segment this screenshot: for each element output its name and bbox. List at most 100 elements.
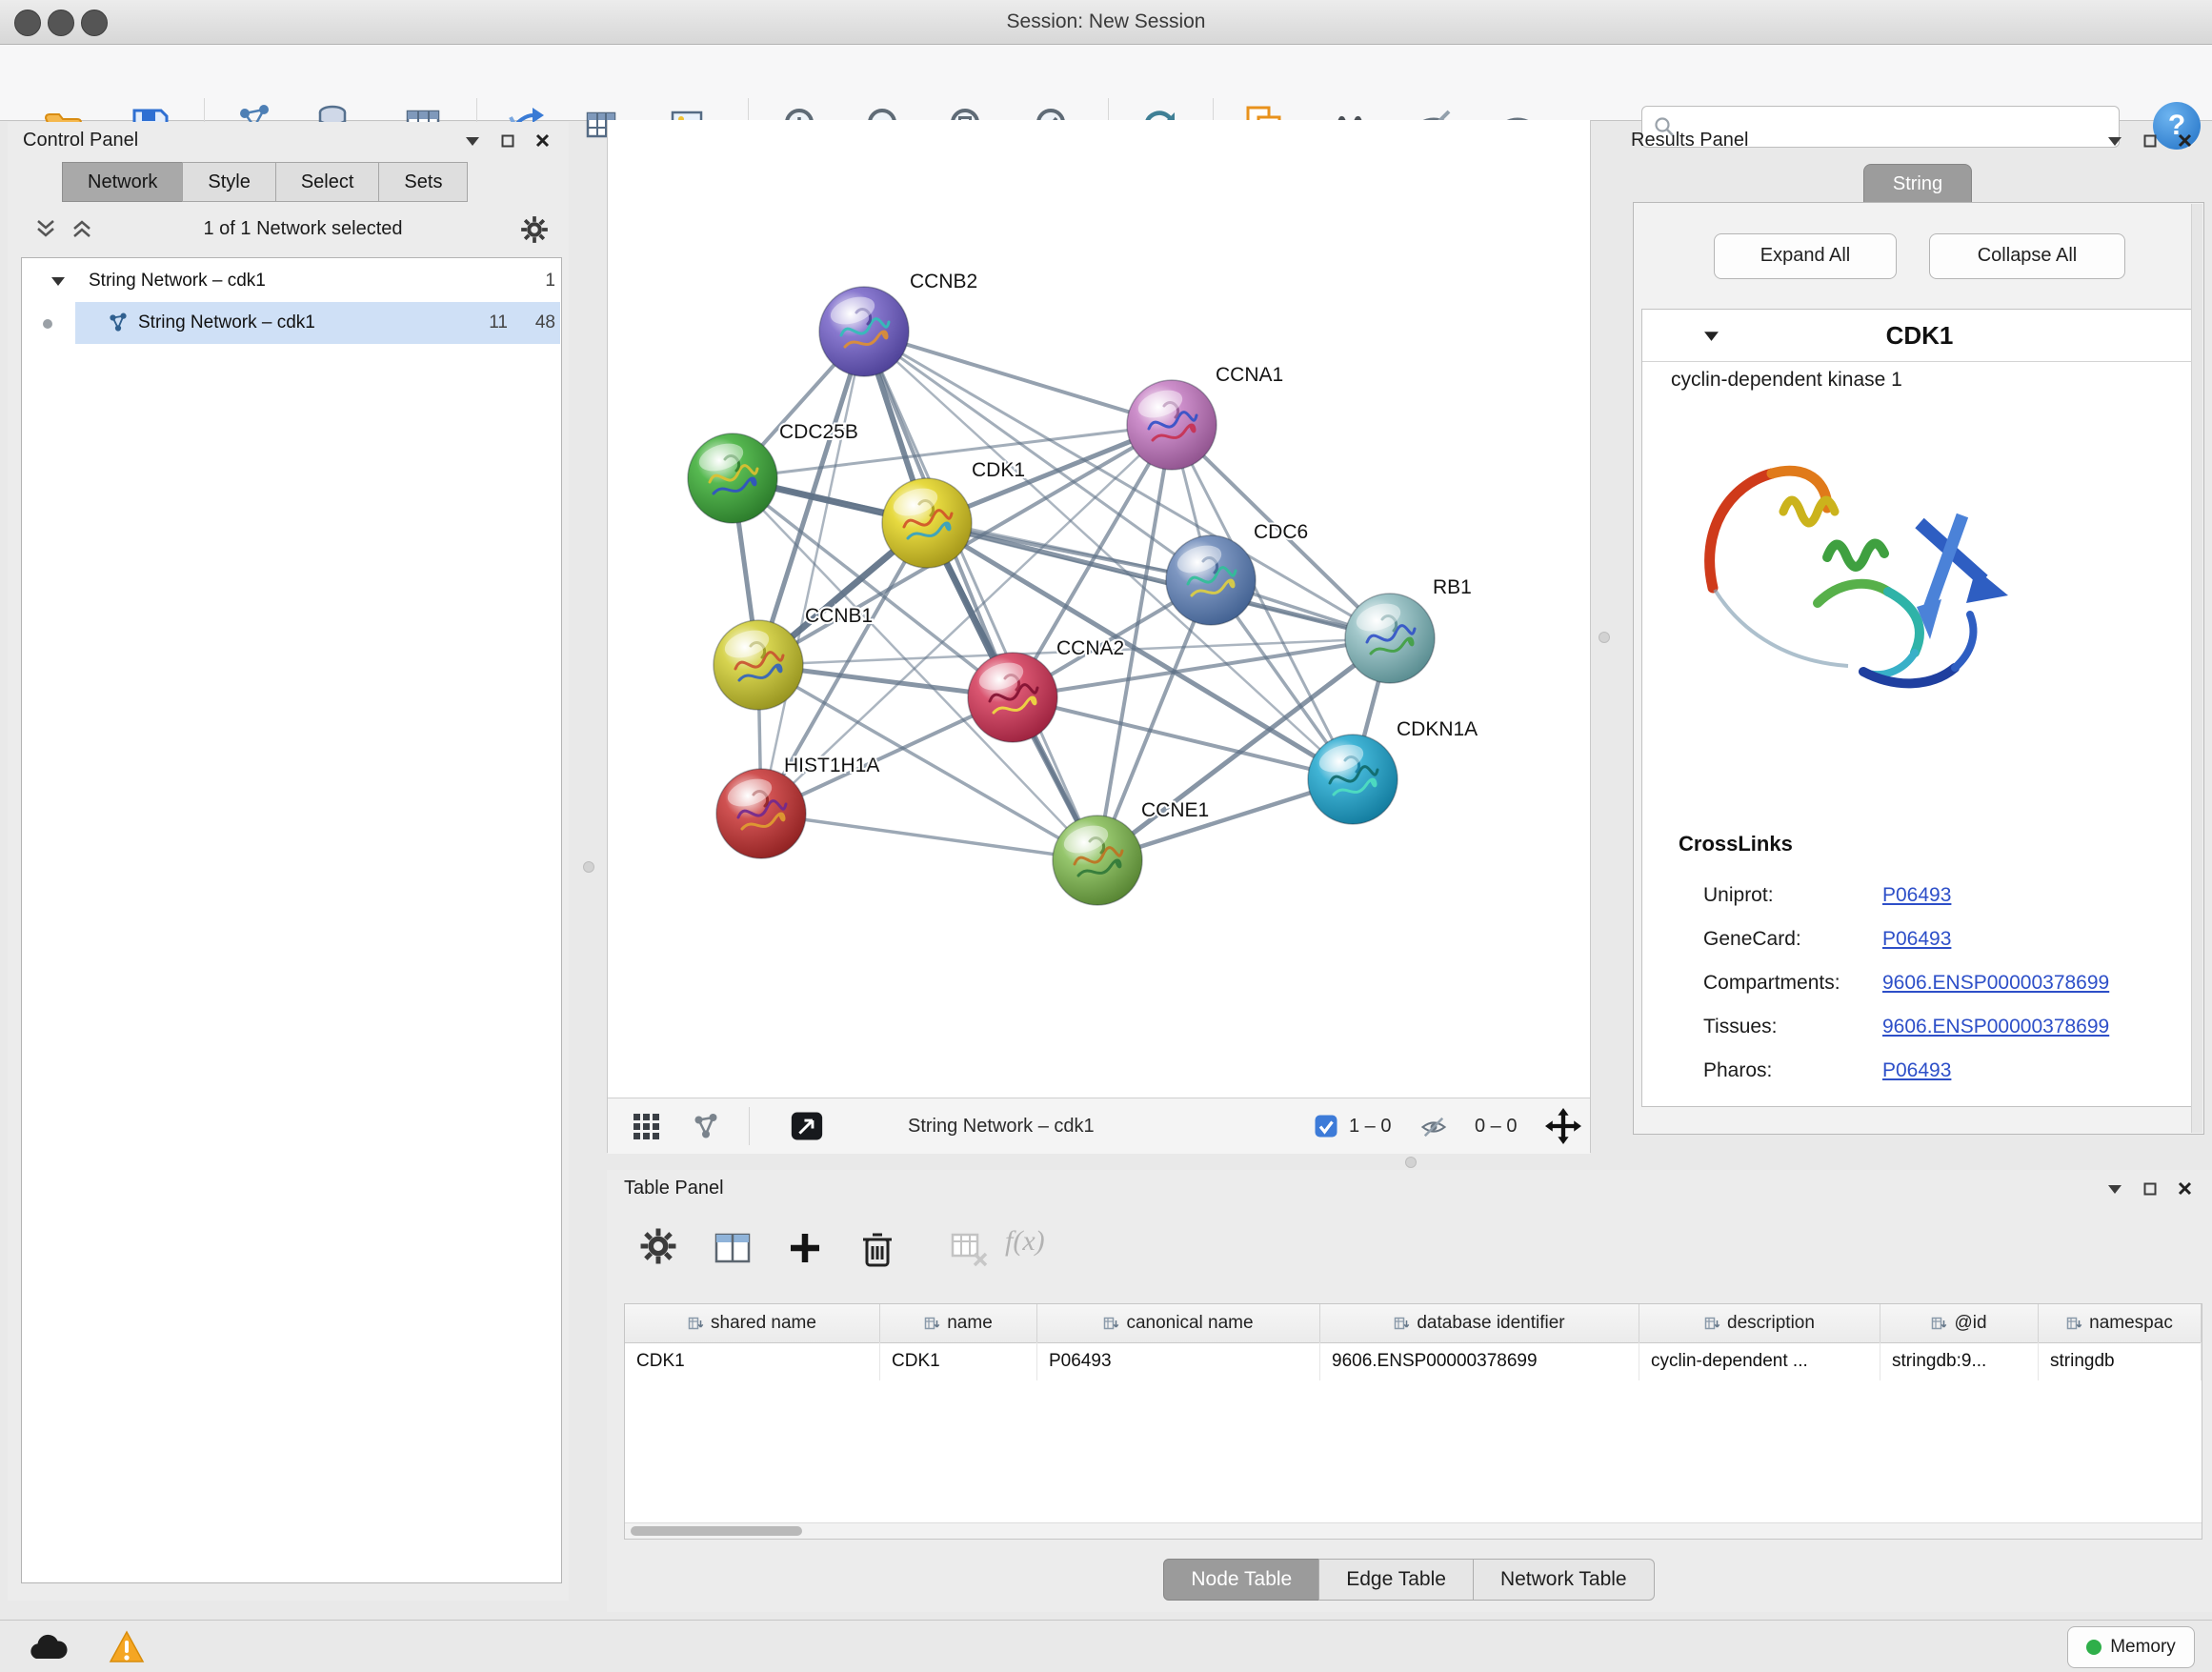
tab-string[interactable]: String xyxy=(1863,164,1972,204)
crosslink-value-link[interactable]: 9606.ENSP00000378699 xyxy=(1882,961,2109,1005)
tab-edge-table[interactable]: Edge Table xyxy=(1318,1559,1474,1601)
gear-icon[interactable] xyxy=(520,215,549,244)
table-tabs: Node TableEdge TableNetwork Table xyxy=(607,1559,2212,1601)
crosslink-value-link[interactable]: 9606.ENSP00000378699 xyxy=(1882,1005,2109,1049)
gene-section-header[interactable]: CDK1 xyxy=(1642,310,2197,362)
tab-node-table[interactable]: Node Table xyxy=(1163,1559,1319,1601)
crosslink-value-link[interactable]: P06493 xyxy=(1882,917,1951,961)
table-panel-header-icons xyxy=(2107,1181,2192,1196)
network-node-label: CCNB1 xyxy=(805,605,873,627)
network-node-label: CCNB2 xyxy=(910,271,977,292)
close-panel-icon[interactable] xyxy=(2178,1181,2192,1196)
expand-all-button[interactable]: Expand All xyxy=(1714,233,1897,279)
network-list-icon[interactable] xyxy=(692,1113,720,1141)
tab-style[interactable]: Style xyxy=(182,162,275,202)
table-cell[interactable]: 9606.ENSP00000378699 xyxy=(1320,1342,1639,1380)
network-node-HIST1H1A[interactable] xyxy=(716,769,806,858)
network-node-CDC25B[interactable] xyxy=(688,433,777,523)
network-node-CCNE1[interactable] xyxy=(1053,816,1142,905)
function-builder-button[interactable]: f(x) xyxy=(1005,1225,1081,1267)
network-tree-root-row[interactable]: String Network – cdk1 1 xyxy=(22,260,561,302)
network-node-label: CDC6 xyxy=(1254,521,1308,543)
table-horizontal-scrollbar[interactable] xyxy=(625,1522,2202,1539)
network-canvas-container: CCNB2CCNA1CDC25BCDK1CDC6RB1CCNB1CCNA2CDK… xyxy=(607,120,1591,1153)
float-panel-icon[interactable] xyxy=(2143,1182,2157,1196)
collapse-panel-icon[interactable] xyxy=(2107,1183,2122,1195)
tab-network-table[interactable]: Network Table xyxy=(1473,1559,1655,1601)
column-header-shared-name[interactable]: shared name xyxy=(625,1304,880,1342)
tab-network[interactable]: Network xyxy=(62,162,183,202)
column-header-namespac[interactable]: namespac xyxy=(2039,1304,2202,1342)
table-cell[interactable]: stringdb:9... xyxy=(1880,1342,2039,1380)
close-panel-icon[interactable] xyxy=(2178,133,2192,148)
show-columns-button[interactable] xyxy=(712,1227,754,1269)
network-node-CCNA1[interactable] xyxy=(1127,380,1217,470)
results-panel-header-icons xyxy=(2107,133,2192,148)
gene-symbol: CDK1 xyxy=(1642,310,2197,361)
tab-select[interactable]: Select xyxy=(275,162,380,202)
splitter-grip[interactable] xyxy=(1405,1157,1417,1168)
splitter-grip[interactable] xyxy=(583,861,594,873)
memory-button[interactable]: Memory xyxy=(2067,1626,2195,1668)
splitter-grip[interactable] xyxy=(1599,632,1610,643)
network-icon xyxy=(108,312,129,333)
column-header-database-identifier[interactable]: database identifier xyxy=(1320,1304,1639,1342)
table-settings-button[interactable] xyxy=(639,1227,681,1269)
results-scrollbar[interactable] xyxy=(2191,204,2202,1133)
expand-all-icon[interactable] xyxy=(70,219,93,238)
table-cell[interactable]: CDK1 xyxy=(880,1342,1037,1380)
grid-view-icon[interactable] xyxy=(633,1113,661,1141)
network-node-label: CCNA1 xyxy=(1216,364,1283,386)
network-node-CCNA2[interactable] xyxy=(968,653,1057,742)
crosslink-value-link[interactable]: P06493 xyxy=(1882,1049,1951,1093)
selected-checkbox-icon[interactable] xyxy=(1315,1115,1337,1138)
network-node-CCNB1[interactable] xyxy=(714,620,803,710)
network-tree-row-selected[interactable]: String Network – cdk1 11 48 xyxy=(22,302,561,344)
network-node-CDKN1A[interactable] xyxy=(1308,735,1398,824)
float-panel-icon[interactable] xyxy=(2143,134,2157,148)
table-cell[interactable]: CDK1 xyxy=(625,1342,880,1380)
scrollbar-thumb[interactable] xyxy=(631,1526,802,1536)
hidden-eye-icon[interactable] xyxy=(1419,1113,1448,1141)
network-node-CDK1[interactable] xyxy=(882,478,972,568)
delete-column-button[interactable] xyxy=(856,1227,898,1269)
protein-structure-image xyxy=(1677,416,2042,721)
table-cell[interactable]: stringdb xyxy=(2039,1342,2202,1380)
collapse-panel-icon[interactable] xyxy=(465,135,480,147)
memory-label: Memory xyxy=(2110,1637,2176,1658)
network-node-label: CDKN1A xyxy=(1397,718,1478,740)
network-canvas[interactable]: CCNB2CCNA1CDC25BCDK1CDC6RB1CCNB1CCNA2CDK… xyxy=(608,120,1590,1098)
column-header-canonical-name[interactable]: canonical name xyxy=(1037,1304,1320,1342)
network-node-CDC6[interactable] xyxy=(1166,535,1256,625)
pan-tool-icon[interactable] xyxy=(1545,1108,1581,1144)
table-row[interactable]: CDK1CDK1P064939606.ENSP00000378699cyclin… xyxy=(625,1342,2202,1380)
network-node-label: CCNE1 xyxy=(1141,799,1209,821)
network-node-CCNB2[interactable] xyxy=(819,287,909,376)
network-tree: String Network – cdk1 1 String Network –… xyxy=(21,257,562,1583)
crosslink-label: Compartments: xyxy=(1703,961,1840,1005)
main-toolbar: ? xyxy=(0,45,2212,121)
results-content: Expand All Collapse All CDK1 cyclin-depe… xyxy=(1633,202,2204,1135)
cloud-icon[interactable] xyxy=(27,1632,69,1662)
collapse-all-button[interactable]: Collapse All xyxy=(1929,233,2125,279)
warning-icon[interactable] xyxy=(109,1630,145,1664)
crosslink-row-tissues: Tissues:9606.ENSP00000378699 xyxy=(1703,1005,2180,1049)
tab-sets[interactable]: Sets xyxy=(378,162,468,202)
current-network-name: String Network – cdk1 xyxy=(908,1098,1095,1154)
close-panel-icon[interactable] xyxy=(535,133,550,148)
crosslink-value-link[interactable]: P06493 xyxy=(1882,874,1951,917)
collapse-all-icon[interactable] xyxy=(34,219,57,238)
float-panel-icon[interactable] xyxy=(501,134,514,148)
add-column-button[interactable] xyxy=(784,1227,826,1269)
column-header-name[interactable]: name xyxy=(880,1304,1037,1342)
clear-table-button[interactable] xyxy=(948,1227,990,1269)
table-cell[interactable]: P06493 xyxy=(1037,1342,1320,1380)
column-header-id[interactable]: @id xyxy=(1880,1304,2039,1342)
tree-expander-icon[interactable] xyxy=(50,275,66,287)
column-header-description[interactable]: description xyxy=(1639,1304,1880,1342)
network-node-RB1[interactable] xyxy=(1345,594,1435,683)
collapse-panel-icon[interactable] xyxy=(2107,135,2122,147)
crosslinks-title: CrossLinks xyxy=(1679,832,1793,856)
birdseye-toggle-icon[interactable] xyxy=(791,1110,823,1142)
table-cell[interactable]: cyclin-dependent ... xyxy=(1639,1342,1880,1380)
